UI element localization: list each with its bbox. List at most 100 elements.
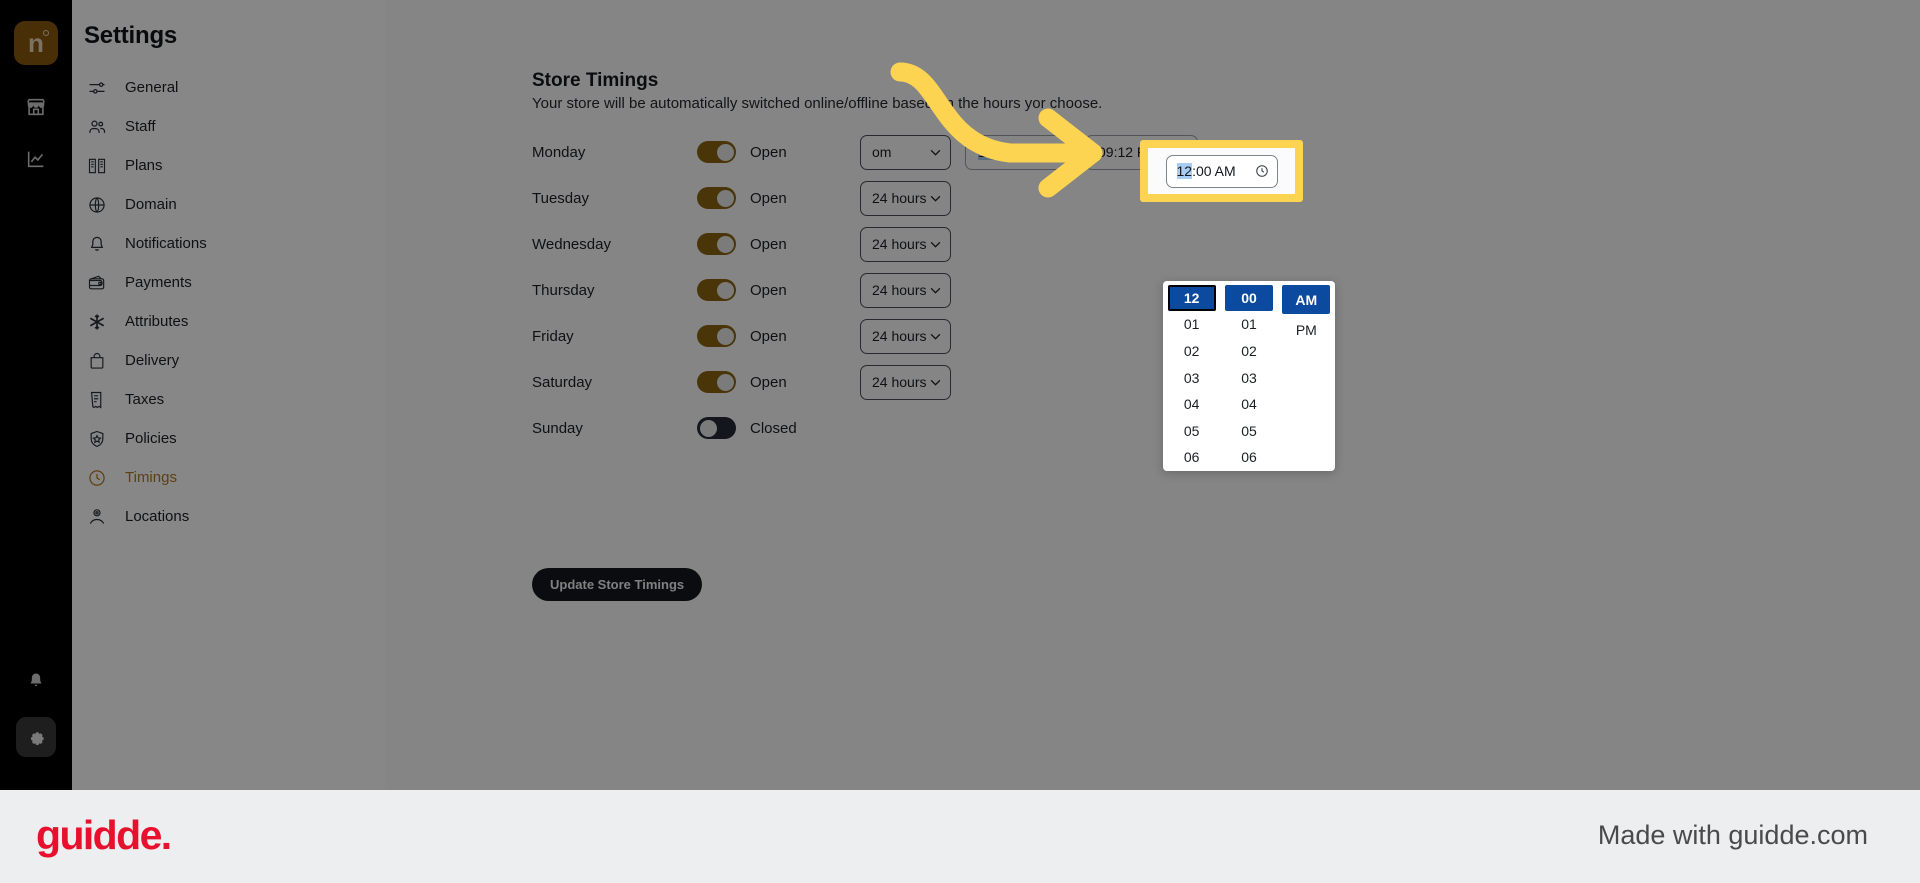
hours-select-monday[interactable]: om xyxy=(860,134,951,170)
rail-store-icon[interactable] xyxy=(0,81,72,133)
time-picker-hour-option[interactable]: 04 xyxy=(1168,391,1216,417)
sidebar-item-delivery[interactable]: Delivery xyxy=(72,341,385,380)
sidebar-item-payments[interactable]: Payments xyxy=(72,263,385,302)
update-store-timings-button[interactable]: Update Store Timings xyxy=(532,568,703,601)
day-label: Sunday xyxy=(532,419,583,437)
users-icon xyxy=(86,116,108,138)
sidebar-item-label: Domain xyxy=(125,196,177,213)
day-toggle-monday[interactable] xyxy=(697,141,736,163)
day-toggle-wednesday[interactable] xyxy=(697,233,736,255)
day-status-label: Open xyxy=(750,373,787,391)
hours-select-saturday[interactable]: 24 hours xyxy=(860,364,951,400)
highlighted-time-input[interactable]: 12:00 AM xyxy=(1165,154,1278,188)
time-picker-hour-option[interactable]: 02 xyxy=(1168,338,1216,364)
hours-select-tuesday[interactable]: 24 hours xyxy=(860,180,951,216)
day-label: Tuesday xyxy=(532,189,589,207)
sidebar-item-general[interactable]: General xyxy=(72,68,385,107)
toggle-knob xyxy=(716,143,734,161)
day-toggle-saturday[interactable] xyxy=(697,371,736,393)
toggle-knob xyxy=(699,419,717,437)
hours-select-thursday[interactable]: 24 hours xyxy=(860,272,951,308)
day-toggle-sunday[interactable] xyxy=(697,417,736,439)
made-with-text: Made with guidde.com xyxy=(1597,820,1868,850)
day-status-label: Open xyxy=(750,281,787,299)
timings-row-wednesday: Wednesday Open 24 hours xyxy=(532,221,1332,267)
sidebar-item-label: Delivery xyxy=(125,352,180,369)
sidebar-item-staff[interactable]: Staff xyxy=(72,107,385,146)
rail-analytics-icon[interactable] xyxy=(0,133,72,185)
sidebar-item-domain[interactable]: Domain xyxy=(72,185,385,224)
time-picker-hour-option[interactable]: 06 xyxy=(1168,444,1216,470)
wallet-icon xyxy=(86,272,108,294)
time-picker-minute-option[interactable]: 06 xyxy=(1225,444,1273,470)
time-picker-minute-option[interactable]: 05 xyxy=(1225,418,1273,444)
sidebar-item-label: Plans xyxy=(125,157,163,174)
time-picker-meridiem-option[interactable]: PM xyxy=(1282,315,1330,344)
main-content: Store Timings Your store will be automat… xyxy=(385,0,1920,790)
time-picker-meridiem-column: AM PM xyxy=(1278,285,1335,471)
hours-select-value: 24 hours xyxy=(872,236,927,252)
hours-select-value: 24 hours xyxy=(872,328,927,344)
sidebar-item-label: Payments xyxy=(125,274,192,291)
asterisk-icon xyxy=(86,311,108,333)
toggle-knob xyxy=(716,281,734,299)
sidebar-item-plans[interactable]: Plans xyxy=(72,146,385,185)
sidebar-item-policies[interactable]: Policies xyxy=(72,419,385,458)
receipt-icon xyxy=(86,389,108,411)
time-picker-hours-column: 12 01 02 03 04 05 06 xyxy=(1163,285,1220,471)
sidebar-item-timings[interactable]: Timings xyxy=(72,458,385,497)
callout-highlight: 12:00 AM xyxy=(1140,140,1303,202)
hours-select-wednesday[interactable]: 24 hours xyxy=(860,226,951,262)
chevron-down-icon xyxy=(930,241,941,248)
day-label: Monday xyxy=(532,143,586,161)
day-toggle-tuesday[interactable] xyxy=(697,187,736,209)
day-toggle-thursday[interactable] xyxy=(697,279,736,301)
day-label: Thursday xyxy=(532,281,595,299)
day-toggle-friday[interactable] xyxy=(697,325,736,347)
sidebar-item-label: Notifications xyxy=(125,235,207,252)
globe-icon xyxy=(86,194,108,216)
time-picker-hour-option[interactable]: 01 xyxy=(1168,312,1216,338)
rail-bell-icon[interactable] xyxy=(0,655,72,707)
toggle-knob xyxy=(716,189,734,207)
time-picker-minute-option[interactable]: 03 xyxy=(1225,365,1273,391)
time-from-monday[interactable]: 12:00 AM xyxy=(965,134,1078,170)
sidebar-item-notifications[interactable]: Notifications xyxy=(72,224,385,263)
time-picker-minute-option[interactable]: 00 xyxy=(1224,285,1273,311)
hours-select-friday[interactable]: 24 hours xyxy=(860,318,951,354)
toggle-knob xyxy=(716,373,734,391)
sidebar-item-locations[interactable]: Locations xyxy=(72,497,385,536)
time-picker-meridiem-option[interactable]: AM xyxy=(1282,285,1331,314)
bag-icon xyxy=(86,350,108,372)
hours-select-value: 24 hours xyxy=(872,374,927,390)
time-picker-hour-option[interactable]: 12 xyxy=(1167,285,1216,311)
day-status-label: Open xyxy=(750,327,787,345)
screenshot-root: n Settings General Staff Plans Domain No… xyxy=(0,0,1920,883)
time-picker-minute-option[interactable]: 02 xyxy=(1225,338,1273,364)
rail-gear-icon[interactable] xyxy=(16,717,56,757)
store-timings-title: Store Timings xyxy=(532,70,659,91)
settings-nav-list: General Staff Plans Domain Notifications… xyxy=(72,68,385,536)
time-picker-hour-option[interactable]: 03 xyxy=(1168,365,1216,391)
hours-select-value: om xyxy=(872,144,892,160)
chevron-down-icon xyxy=(930,287,941,294)
sidebar-item-taxes[interactable]: Taxes xyxy=(72,380,385,419)
sidebar-item-attributes[interactable]: Attributes xyxy=(72,302,385,341)
sidebar-item-label: General xyxy=(125,79,179,96)
time-picker-dropdown[interactable]: 12 01 02 03 04 05 06 00 01 02 03 04 05 0… xyxy=(1163,281,1335,471)
clock-icon[interactable] xyxy=(1255,164,1269,178)
time-picker-hour-option[interactable]: 05 xyxy=(1168,418,1216,444)
time-picker-minute-option[interactable]: 01 xyxy=(1225,312,1273,338)
sidebar-item-label: Attributes xyxy=(125,313,189,330)
time-picker-minutes-column: 00 01 02 03 04 05 06 xyxy=(1220,285,1277,471)
clock-icon[interactable] xyxy=(1053,145,1067,159)
guidde-logo: guidde. xyxy=(36,812,172,858)
hours-select-value: 24 hours xyxy=(872,190,927,206)
location-pin-icon xyxy=(86,506,108,528)
time-picker-minute-option[interactable]: 04 xyxy=(1225,391,1273,417)
app-logo[interactable]: n xyxy=(14,21,58,65)
shield-icon xyxy=(86,428,108,450)
callout-inner: 12:00 AM xyxy=(1148,148,1295,194)
clock-icon xyxy=(86,467,108,489)
toggle-knob xyxy=(716,235,734,253)
